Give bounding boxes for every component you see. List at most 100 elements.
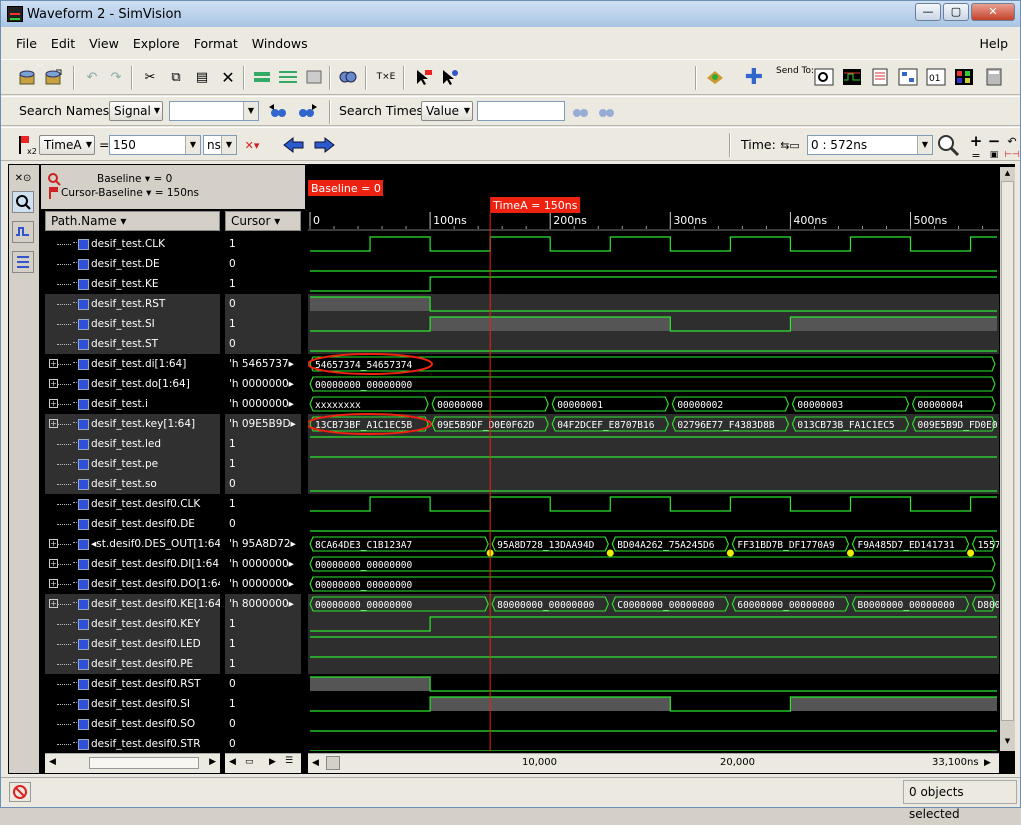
baseline-search-icon[interactable]: [47, 172, 61, 186]
send-to-memory-icon[interactable]: [953, 66, 975, 88]
menu-windows[interactable]: Windows: [245, 36, 315, 51]
time-scrollbar[interactable]: ◀ 10,000 20,000 33,100ns ▶: [308, 753, 999, 773]
time-range-input[interactable]: 0 : 572ns ▼: [807, 135, 933, 155]
cursor-time-input[interactable]: 150 ▼: [109, 135, 201, 155]
send-to-calculator-icon[interactable]: [983, 66, 1005, 88]
signal-row[interactable]: + desif_test.desif0.DO[1:64]: [45, 574, 220, 594]
add-icon[interactable]: ✚: [743, 65, 765, 90]
copy-icon[interactable]: ⧉: [165, 66, 187, 88]
zoom-cursor-icon[interactable]: ⊢⊣: [1001, 144, 1021, 166]
signal-row[interactable]: desif_test.desif0.RST: [45, 674, 220, 694]
delete-cursor-icon[interactable]: ✕▾: [241, 134, 263, 156]
signal-row[interactable]: desif_test.DE: [45, 254, 220, 274]
cursor-hscroll[interactable]: ◀ ▭ ▶ ☰: [225, 753, 301, 773]
names-scroll-thumb[interactable]: [89, 757, 199, 769]
delete-icon[interactable]: ✕: [217, 66, 239, 88]
cursor-flag-icon[interactable]: x2: [15, 134, 37, 156]
redo-icon[interactable]: ↷: [105, 66, 127, 88]
scroll-left-icon[interactable]: ◀: [49, 757, 56, 767]
send-to-toolbox-icon[interactable]: [705, 66, 727, 88]
signal-row[interactable]: desif_test.pe: [45, 454, 220, 474]
scroll-left-icon[interactable]: ◀: [229, 757, 236, 767]
signal-row[interactable]: desif_test.desif0.SI: [45, 694, 220, 714]
signal-row[interactable]: desif_test.desif0.KEY: [45, 614, 220, 634]
cursor-unit-select[interactable]: ns ▼: [203, 135, 237, 155]
search-times-backward-icon[interactable]: [569, 101, 591, 123]
signal-row[interactable]: desif_test.desif0.SO: [45, 714, 220, 734]
scroll-right-icon[interactable]: ▶: [209, 757, 216, 767]
next-edge-icon[interactable]: [313, 134, 335, 156]
signal-row[interactable]: desif_test.CLK: [45, 234, 220, 254]
column-header-name[interactable]: Path.Name ▾: [45, 211, 220, 231]
menu-view[interactable]: View: [82, 36, 126, 51]
scroll-up-icon[interactable]: ▲: [1001, 169, 1014, 181]
signal-row[interactable]: + desif_test.desif0.DI[1:64]: [45, 554, 220, 574]
select-pointer-icon[interactable]: [413, 66, 435, 88]
paste-icon[interactable]: ▤: [191, 66, 213, 88]
signal-row[interactable]: desif_test.desif0.CLK: [45, 494, 220, 514]
cursor-baseline-icon[interactable]: [47, 186, 61, 200]
search-times-forward-icon[interactable]: [597, 101, 619, 123]
waveform-tab-icon[interactable]: [12, 221, 34, 243]
signal-row[interactable]: desif_test.desif0.LED: [45, 634, 220, 654]
signal-row[interactable]: desif_test.desif0.PE: [45, 654, 220, 674]
zoom-select-icon[interactable]: T×E: [375, 66, 397, 88]
maximize-button[interactable]: ▢: [943, 3, 969, 21]
signal-row[interactable]: desif_test.ST: [45, 334, 220, 354]
scroll-down-icon[interactable]: ▼: [1001, 737, 1014, 749]
create-group-icon[interactable]: [251, 66, 273, 88]
names-hscroll[interactable]: ◀ ▶: [45, 753, 220, 773]
scroll-thumb[interactable]: [1001, 181, 1014, 721]
close-pane-icon[interactable]: ✕⊙: [12, 167, 34, 189]
search-names-forward-icon[interactable]: [297, 101, 319, 123]
signal-row[interactable]: desif_test.desif0.STR: [45, 734, 220, 751]
close-button[interactable]: ✕: [971, 3, 1015, 21]
signal-row[interactable]: + ◂st.desif0.DES_OUT[1:64]: [45, 534, 220, 554]
scroll-thumb-small[interactable]: ▭: [245, 757, 254, 767]
menu-edit[interactable]: Edit: [44, 36, 82, 51]
signal-row[interactable]: desif_test.SI: [45, 314, 220, 334]
search-names-backward-icon[interactable]: [267, 101, 289, 123]
search-times-input[interactable]: [477, 101, 565, 121]
send-to-schematic-icon[interactable]: [897, 66, 919, 88]
signal-row[interactable]: + desif_test.i: [45, 394, 220, 414]
previous-edge-icon[interactable]: [283, 134, 305, 156]
time-scroll-thumb[interactable]: [326, 756, 340, 770]
create-expression-icon[interactable]: [303, 66, 325, 88]
time-range-icon[interactable]: ⇆▭: [779, 134, 801, 156]
undo-icon[interactable]: ↶: [81, 66, 103, 88]
menu-file[interactable]: File: [9, 36, 44, 51]
menu-help[interactable]: Help: [980, 36, 1009, 51]
send-to-browser-icon[interactable]: [813, 66, 835, 88]
signal-row[interactable]: + desif_test.do[1:64]: [45, 374, 220, 394]
column-header-cursor[interactable]: Cursor ▾: [225, 211, 301, 231]
signals-tab-icon[interactable]: [12, 251, 34, 273]
reload-database-icon[interactable]: [43, 66, 65, 88]
marker-pointer-icon[interactable]: [439, 66, 461, 88]
signal-row[interactable]: + desif_test.key[1:64]: [45, 414, 220, 434]
cursor-select[interactable]: TimeA ▼: [39, 135, 95, 155]
signal-row[interactable]: desif_test.so: [45, 474, 220, 494]
signal-row[interactable]: desif_test.desif0.DE: [45, 514, 220, 534]
signal-row[interactable]: desif_test.RST: [45, 294, 220, 314]
signal-row[interactable]: desif_test.led: [45, 434, 220, 454]
search-times-mode[interactable]: Value ▼: [421, 101, 473, 121]
waveform-canvas[interactable]: 0 100ns 200ns 300ns 400ns 500ns 54657374_54657…: [308, 167, 999, 751]
zoom-fit-icon[interactable]: [937, 134, 959, 156]
cursor-baseline-value[interactable]: Cursor-Baseline ▾ = 150ns: [61, 187, 199, 199]
scroll-left-icon[interactable]: ◀: [312, 758, 319, 768]
open-database-icon[interactable]: [17, 66, 39, 88]
send-to-register-icon[interactable]: 01: [925, 66, 947, 88]
signal-row[interactable]: desif_test.KE: [45, 274, 220, 294]
send-to-source-icon[interactable]: [869, 66, 891, 88]
signal-row[interactable]: + desif_test.di[1:64]: [45, 354, 220, 374]
create-bus-icon[interactable]: [277, 66, 299, 88]
scroll-right-icon[interactable]: ▶: [984, 758, 991, 768]
minimize-button[interactable]: —: [915, 3, 941, 21]
stop-icon[interactable]: [9, 782, 31, 802]
list-icon[interactable]: ☰: [285, 756, 293, 766]
browser-tab-icon[interactable]: [12, 191, 34, 213]
signal-row[interactable]: + desif_test.desif0.KE[1:64]: [45, 594, 220, 614]
scroll-right-icon[interactable]: ▶: [269, 757, 276, 767]
vertical-scrollbar[interactable]: ▲ ▼: [1000, 167, 1015, 751]
